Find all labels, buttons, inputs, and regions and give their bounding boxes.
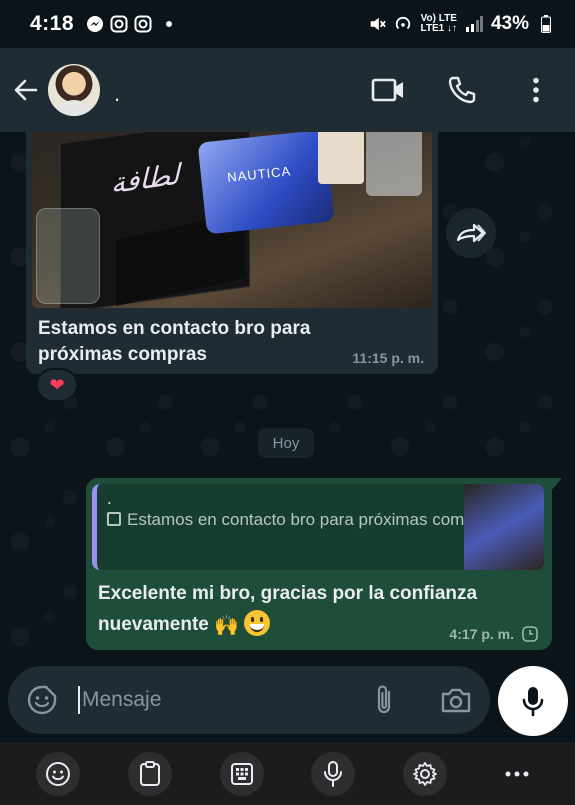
attach-icon — [377, 685, 391, 714]
voice-call-button[interactable] — [445, 73, 479, 107]
emoji-icon — [45, 761, 70, 786]
signal-icon — [465, 15, 483, 33]
keypad-icon — [230, 762, 253, 785]
camera-button[interactable] — [438, 682, 474, 718]
outgoing-time: 4:17 p. m. — [449, 626, 514, 642]
forward-button[interactable] — [446, 208, 496, 258]
more-options-icon — [533, 77, 539, 103]
voice-record-button[interactable] — [498, 666, 568, 736]
emoji-icon — [27, 685, 57, 715]
photo-jar — [318, 132, 364, 184]
mic-icon — [324, 760, 343, 787]
voice-call-icon — [448, 76, 476, 104]
more-notifications-dot — [166, 21, 173, 27]
keyboard-more-button[interactable] — [495, 752, 539, 796]
mute-icon — [368, 15, 387, 33]
keyboard-settings-button[interactable] — [403, 751, 448, 796]
incoming-message[interactable]: ﻟﻄﺎﻓﺔ NAUTICA Estamos en contacto bro pa… — [26, 132, 438, 374]
instagram-notification-icon-2 — [134, 15, 152, 33]
settings-icon — [413, 761, 438, 786]
status-time: 4:18 — [30, 12, 75, 35]
video-call-button[interactable] — [371, 73, 405, 107]
quote-thumbnail — [464, 484, 544, 570]
more-options-button[interactable] — [519, 73, 553, 107]
photo-icon — [107, 512, 121, 526]
video-call-icon — [371, 78, 403, 102]
keyboard-clipboard-button[interactable] — [127, 751, 172, 796]
message-photo[interactable]: ﻟﻄﺎﻓﺔ NAUTICA — [32, 132, 432, 308]
contact-avatar[interactable] — [48, 64, 100, 116]
keyboard-toolbar — [0, 742, 575, 805]
quoted-message[interactable]: . Estamos en contacto bro para próximas … — [92, 484, 544, 570]
camera-icon — [441, 688, 471, 713]
attach-button[interactable] — [366, 682, 402, 718]
back-button[interactable] — [8, 72, 44, 108]
back-arrow-icon — [14, 79, 38, 101]
messenger-notification-icon — [86, 15, 104, 33]
mic-icon — [522, 687, 544, 717]
network-indicator: Vo) LTE LTE1 ↓↑ — [420, 13, 457, 34]
incoming-time: 11:15 p. m. — [352, 350, 424, 366]
photo-glass — [36, 208, 100, 304]
emoji-button[interactable] — [24, 682, 60, 718]
message-input[interactable] — [82, 688, 352, 712]
smiley-emoji — [244, 610, 271, 636]
keyboard-voice-button[interactable] — [311, 751, 356, 796]
heart-reaction[interactable]: ❤ — [36, 368, 78, 402]
more-options-icon — [505, 771, 529, 776]
conversation-area[interactable]: ﻟﻄﺎﻓﺔ NAUTICA Estamos en contacto bro pa… — [0, 132, 575, 660]
raised-hands-emoji: 🙌 — [214, 615, 240, 637]
status-bar: 4:18 Vo) LTE LTE1 ↓↑ 43% — [0, 0, 575, 48]
clipboard-icon — [139, 760, 160, 786]
message-composer — [0, 660, 575, 742]
message-input-bar[interactable] — [8, 666, 490, 734]
battery-percent: 43% — [490, 13, 529, 34]
hotspot-icon — [394, 15, 412, 33]
photo-glass-jar — [366, 132, 422, 196]
battery-icon — [537, 15, 555, 33]
text-cursor — [78, 686, 80, 714]
outgoing-message[interactable]: . Estamos en contacto bro para próximas … — [86, 478, 562, 650]
instagram-notification-icon — [110, 15, 128, 33]
forward-icon — [456, 223, 486, 243]
day-divider: Hoy — [258, 428, 314, 458]
keyboard-keypad-button[interactable] — [219, 751, 264, 796]
photo-blue-bottle: NAUTICA — [197, 132, 335, 235]
chat-header: . — [0, 48, 575, 132]
contact-name[interactable]: . — [114, 81, 120, 107]
incoming-caption: Estamos en contacto bro para próximas co… — [38, 318, 311, 365]
clock-icon — [522, 626, 538, 642]
keyboard-emoji-button[interactable] — [35, 751, 80, 796]
